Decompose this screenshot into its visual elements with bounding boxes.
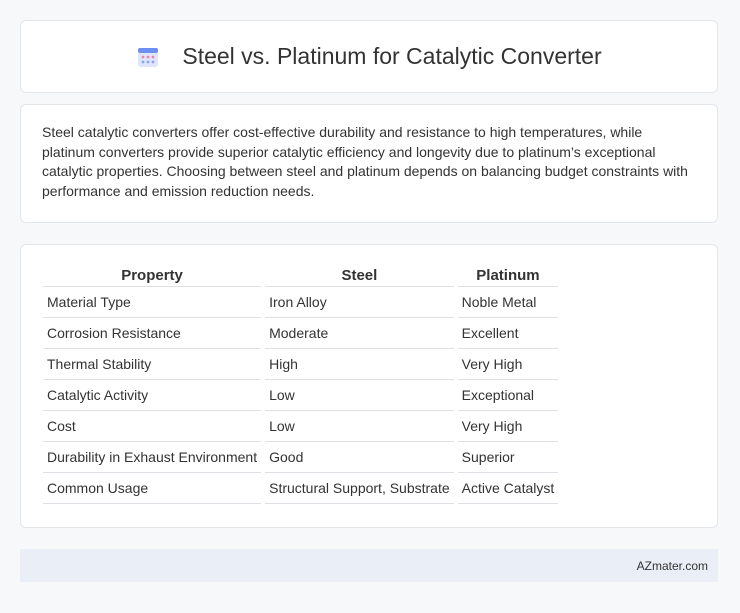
table-cell: Good: [265, 442, 454, 473]
table-cell: Corrosion Resistance: [43, 318, 262, 349]
footer: AZmater.com: [20, 549, 718, 582]
table-cell: Durability in Exhaust Environment: [43, 442, 262, 473]
title-text: Steel vs. Platinum for Catalytic Convert…: [182, 43, 602, 69]
table-cell: Active Catalyst: [457, 473, 559, 504]
comparison-table-card: Property Steel Platinum Material Type Ir…: [20, 244, 718, 528]
table-cell: Moderate: [265, 318, 454, 349]
table-cell: Material Type: [43, 287, 262, 318]
table-cell: Low: [265, 380, 454, 411]
calendar-icon: [136, 45, 160, 69]
table-cell: Exceptional: [457, 380, 559, 411]
table-row: Corrosion Resistance Moderate Excellent: [43, 318, 559, 349]
table-cell: Common Usage: [43, 473, 262, 504]
table-row: Cost Low Very High: [43, 411, 559, 442]
table-cell: Low: [265, 411, 454, 442]
summary-text: Steel catalytic converters offer cost-ef…: [42, 124, 688, 199]
table-cell: Superior: [457, 442, 559, 473]
table-row: Durability in Exhaust Environment Good S…: [43, 442, 559, 473]
table-cell: Thermal Stability: [43, 349, 262, 380]
table-cell: Excellent: [457, 318, 559, 349]
table-header-row: Property Steel Platinum: [43, 263, 559, 287]
footer-brand[interactable]: AZmater.com: [637, 559, 708, 573]
table-row: Material Type Iron Alloy Noble Metal: [43, 287, 559, 318]
table-cell: Catalytic Activity: [43, 380, 262, 411]
table-row: Common Usage Structural Support, Substra…: [43, 473, 559, 504]
header-steel: Steel: [265, 263, 454, 287]
table-cell: Very High: [457, 349, 559, 380]
table-cell: Structural Support, Substrate: [265, 473, 454, 504]
table-cell: Noble Metal: [457, 287, 559, 318]
table-row: Catalytic Activity Low Exceptional: [43, 380, 559, 411]
page-title: Steel vs. Platinum for Catalytic Convert…: [136, 43, 602, 70]
header-property: Property: [43, 263, 262, 287]
comparison-table: Property Steel Platinum Material Type Ir…: [39, 263, 562, 504]
table-cell: Iron Alloy: [265, 287, 454, 318]
summary-card: Steel catalytic converters offer cost-ef…: [20, 104, 718, 223]
table-row: Thermal Stability High Very High: [43, 349, 559, 380]
title-card: Steel vs. Platinum for Catalytic Convert…: [20, 20, 718, 93]
table-cell: Cost: [43, 411, 262, 442]
table-cell: High: [265, 349, 454, 380]
table-cell: Very High: [457, 411, 559, 442]
header-platinum: Platinum: [457, 263, 559, 287]
